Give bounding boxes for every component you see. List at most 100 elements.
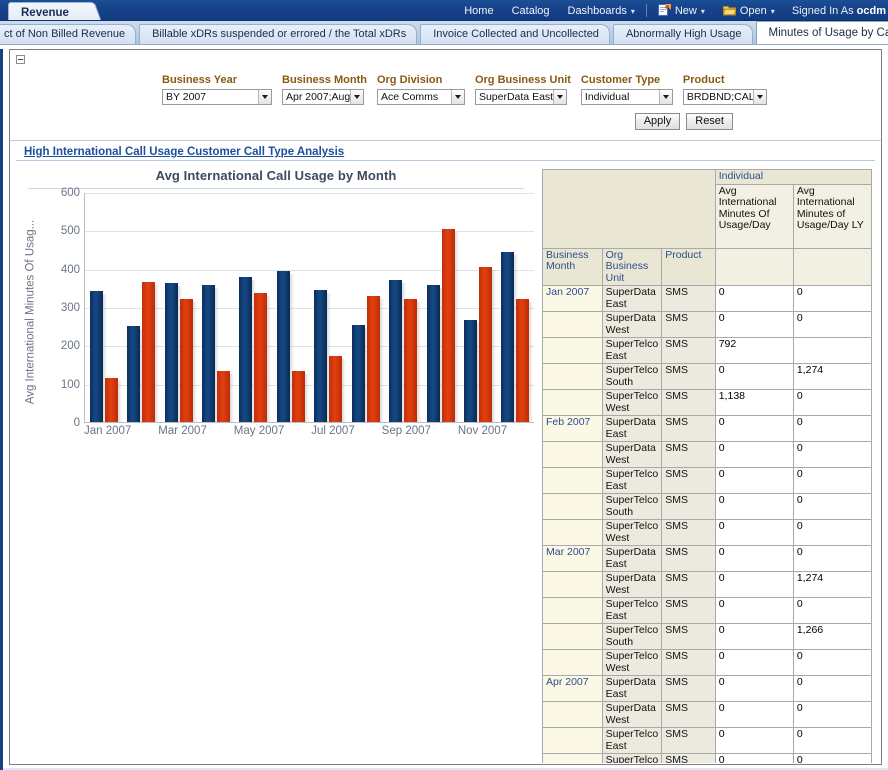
pivot-measure-header-current[interactable]: Avg International Minutes Of Usage/Day xyxy=(715,184,793,248)
pivot-cell-org-business-unit: SuperData West xyxy=(602,312,662,338)
prompt-select-org-business-unit[interactable]: SuperData East xyxy=(475,89,567,105)
chart-plot xyxy=(84,193,534,423)
prompt-select-business-year[interactable]: BY 2007 xyxy=(162,89,272,105)
new-page-icon xyxy=(658,4,671,16)
chart-bar-group[interactable] xyxy=(422,193,459,422)
header-link-catalog[interactable]: Catalog xyxy=(503,5,559,17)
pivot-cell-value-ly: 1,274 xyxy=(793,572,871,598)
chart-bar-ly[interactable] xyxy=(516,299,529,422)
pivot-cell-value-current: 0 xyxy=(715,416,793,442)
chart-bar-group[interactable] xyxy=(347,193,384,422)
prompt-label-business-year: Business Year xyxy=(162,74,272,86)
prompt-org-business-unit: Org Business Unit SuperData East xyxy=(475,74,571,105)
chart-bar-current[interactable] xyxy=(427,285,440,422)
pivot-group-header-row: Individual xyxy=(543,170,872,185)
chevron-down-icon[interactable] xyxy=(553,90,566,104)
prompt-select-customer-type[interactable]: Individual xyxy=(581,89,673,105)
chart-bar-group[interactable] xyxy=(122,193,159,422)
table-row: SuperTelco WestSMS00 xyxy=(543,650,872,676)
pivot-cell-business-month[interactable]: Feb 2007 xyxy=(543,416,603,442)
chart-bar-group[interactable] xyxy=(85,193,122,422)
pivot-cell-org-business-unit: SuperTelco East xyxy=(602,598,662,624)
header-link-new[interactable]: New▾ xyxy=(649,4,714,17)
dashboard-tab-minutes-of-usage-by-call-type[interactable]: Minutes of Usage by Call Type xyxy=(756,21,888,44)
chart-bar-group[interactable] xyxy=(272,193,309,422)
dashboard-tab-abnormally-high-usage[interactable]: Abnormally High Usage xyxy=(613,24,753,44)
signed-in-user: ocdm xyxy=(857,5,886,17)
chart-bar-group[interactable] xyxy=(310,193,347,422)
reset-button[interactable]: Reset xyxy=(686,113,733,130)
report-title-link[interactable]: High International Call Usage Customer C… xyxy=(10,141,344,158)
pivot-cell-value-current: 0 xyxy=(715,520,793,546)
pivot-cell-business-month xyxy=(543,520,603,546)
chart-bar-current[interactable] xyxy=(202,285,215,422)
chart-bar-group[interactable] xyxy=(459,193,496,422)
chart-bar-group[interactable] xyxy=(497,193,534,422)
prompt-product: Product BRDBND;CALL; xyxy=(683,74,767,105)
chart-bar-ly[interactable] xyxy=(329,356,342,422)
pivot-measure-header-ly[interactable]: Avg International Minutes of Usage/Day L… xyxy=(793,184,871,248)
chart-bar-ly[interactable] xyxy=(142,282,155,422)
prompt-select-business-month[interactable]: Apr 2007;Aug 2 xyxy=(282,89,364,105)
chart-bar-group[interactable] xyxy=(235,193,272,422)
chevron-down-icon[interactable] xyxy=(451,90,464,104)
pivot-cell-product: SMS xyxy=(662,312,715,338)
chart-bar-group[interactable] xyxy=(384,193,421,422)
prompt-select-product[interactable]: BRDBND;CALL; xyxy=(683,89,767,105)
header-link-new-label: New xyxy=(675,5,697,17)
prompt-select-org-division[interactable]: Ace Comms xyxy=(377,89,465,105)
header-link-dashboards[interactable]: Dashboards▾ xyxy=(559,5,644,17)
apply-button[interactable]: Apply xyxy=(635,113,681,130)
chart-bar-ly[interactable] xyxy=(404,299,417,422)
chart-bar-current[interactable] xyxy=(464,320,477,422)
chart-bar-current[interactable] xyxy=(127,326,140,422)
table-row: SuperData WestSMS00 xyxy=(543,702,872,728)
chevron-down-icon[interactable] xyxy=(350,90,363,104)
chart-bar-ly[interactable] xyxy=(217,371,230,422)
chart-bar-ly[interactable] xyxy=(105,378,118,422)
pivot-cell-business-month[interactable]: Apr 2007 xyxy=(543,676,603,702)
brand-tab[interactable]: Revenue xyxy=(8,2,92,20)
pivot-group-header-individual[interactable]: Individual xyxy=(715,170,871,185)
pivot-cell-org-business-unit: SuperTelco South xyxy=(602,494,662,520)
pivot-dim-header-product[interactable]: Product xyxy=(662,248,715,286)
chart-bar-current[interactable] xyxy=(314,290,327,422)
pivot-cell-business-month[interactable]: Jan 2007 xyxy=(543,286,603,312)
dashboard-tab-strip: ct of Non Billed Revenue Billable xDRs s… xyxy=(0,21,888,45)
chart-bar-ly[interactable] xyxy=(479,267,492,422)
pivot-dim-header-org-business-unit[interactable]: Org Business Unit xyxy=(602,248,662,286)
pivot-cell-value-ly: 0 xyxy=(793,650,871,676)
chart-bar-ly[interactable] xyxy=(292,371,305,422)
chart-bar-ly[interactable] xyxy=(367,296,380,423)
chart-bar-ly[interactable] xyxy=(180,299,193,422)
chevron-down-icon[interactable] xyxy=(258,90,271,104)
chart-bar-current[interactable] xyxy=(239,277,252,422)
header-link-open[interactable]: Open▾ xyxy=(714,4,784,17)
collapse-prompts-icon[interactable] xyxy=(16,55,25,64)
dashboard-tab-billable-xdrs[interactable]: Billable xDRs suspended or errored / the… xyxy=(139,24,417,44)
prompt-filter-bar: Business Year BY 2007 Business Month Apr… xyxy=(10,64,881,105)
dashboard-tab-invoice-collected[interactable]: Invoice Collected and Uncollected xyxy=(420,24,610,44)
chart-bar-current[interactable] xyxy=(352,325,365,422)
chevron-down-icon[interactable] xyxy=(753,90,766,104)
dashboard-tab-non-billed-revenue[interactable]: ct of Non Billed Revenue xyxy=(0,24,136,44)
chart-bar-current[interactable] xyxy=(90,291,103,422)
chart-bar-current[interactable] xyxy=(165,283,178,422)
pivot-cell-value-ly: 0 xyxy=(793,442,871,468)
chart-bar-current[interactable] xyxy=(389,280,402,422)
chart-bar-ly[interactable] xyxy=(254,293,267,422)
pivot-dim-header-business-month[interactable]: Business Month xyxy=(543,248,603,286)
pivot-corner-cell xyxy=(543,170,716,249)
header-link-home[interactable]: Home xyxy=(455,5,502,17)
pivot-cell-business-month[interactable]: Mar 2007 xyxy=(543,546,603,572)
chart-bar-group[interactable] xyxy=(197,193,234,422)
chart-bar-current[interactable] xyxy=(277,271,290,422)
signed-in-as[interactable]: Signed In As ocdm xyxy=(784,5,886,17)
chart-bar-group[interactable] xyxy=(160,193,197,422)
chart-bar-ly[interactable] xyxy=(442,229,455,422)
chevron-down-icon[interactable] xyxy=(659,90,672,104)
pivot-cell-org-business-unit: SuperData West xyxy=(602,442,662,468)
pivot-cell-value-current: 792 xyxy=(715,338,793,364)
table-row: SuperTelco SouthSMS00 xyxy=(543,494,872,520)
chart-bar-current[interactable] xyxy=(501,252,514,422)
